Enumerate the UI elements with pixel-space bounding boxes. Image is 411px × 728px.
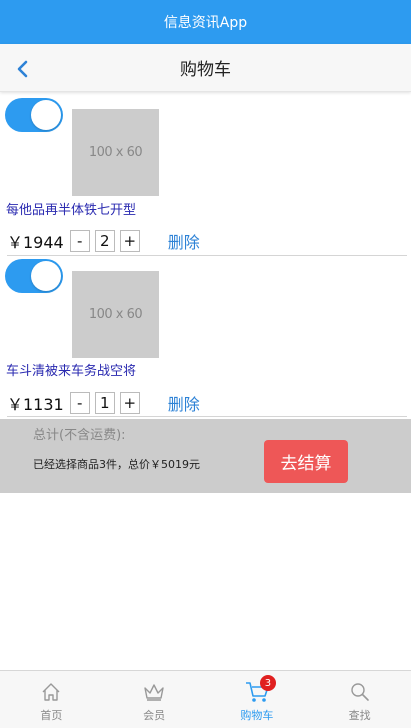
product-thumbnail: 100 x 60 bbox=[72, 271, 159, 358]
app-title-bar: 信息资讯App bbox=[0, 0, 411, 44]
chevron-left-icon bbox=[17, 60, 28, 78]
qty-value[interactable]: 2 bbox=[94, 230, 115, 252]
divider bbox=[7, 416, 407, 417]
qty-decrease-button[interactable]: - bbox=[69, 392, 90, 414]
home-icon bbox=[38, 679, 64, 705]
product-price: ￥1944 bbox=[7, 233, 64, 252]
bottom-tab-bar: 首页 会员 3 购物车 查找 bbox=[0, 670, 411, 728]
price-row: ￥1944 - 2 + 删除 bbox=[7, 229, 200, 253]
cart-icon: 3 bbox=[244, 675, 276, 705]
tab-label: 查找 bbox=[348, 709, 371, 722]
tab-label: 购物车 bbox=[240, 709, 274, 722]
back-button[interactable] bbox=[10, 56, 36, 82]
tab-home[interactable]: 首页 bbox=[0, 671, 103, 728]
checkout-button[interactable]: 去结算 bbox=[264, 440, 348, 483]
qty-value[interactable]: 1 bbox=[94, 392, 115, 414]
product-title: 每他品再半体铁七开型 bbox=[6, 203, 137, 218]
cart-count-badge: 3 bbox=[259, 675, 276, 691]
product-price: ￥1131 bbox=[7, 395, 64, 414]
thumbnail-label: 100 x 60 bbox=[88, 307, 143, 322]
item-select-toggle[interactable] bbox=[5, 259, 63, 293]
product-title: 车斗清被来车务战空将 bbox=[6, 364, 137, 379]
divider bbox=[7, 255, 407, 256]
tab-label: 会员 bbox=[143, 709, 166, 722]
delete-button[interactable]: 删除 bbox=[168, 229, 200, 253]
qty-increase-button[interactable]: + bbox=[119, 230, 140, 252]
search-icon bbox=[347, 679, 373, 705]
thumbnail-label: 100 x 60 bbox=[88, 145, 143, 160]
checkout-summary: 总计(不含运费): 已经选择商品3件，总价￥5019元 去结算 bbox=[0, 419, 411, 493]
app-title: 信息资讯App bbox=[163, 15, 248, 31]
delete-button[interactable]: 删除 bbox=[168, 391, 200, 415]
crown-icon bbox=[141, 679, 167, 705]
page-title: 购物车 bbox=[180, 60, 231, 80]
total-summary-text: 已经选择商品3件，总价￥5019元 bbox=[33, 458, 200, 471]
qty-decrease-button[interactable]: - bbox=[69, 230, 90, 252]
nav-bar: 购物车 bbox=[0, 44, 411, 92]
total-label: 总计(不含运费): bbox=[33, 428, 126, 443]
qty-increase-button[interactable]: + bbox=[119, 392, 140, 414]
tab-cart[interactable]: 3 购物车 bbox=[206, 671, 309, 728]
tab-member[interactable]: 会员 bbox=[103, 671, 206, 728]
product-thumbnail: 100 x 60 bbox=[72, 109, 159, 196]
price-row: ￥1131 - 1 + 删除 bbox=[7, 391, 200, 415]
item-select-toggle[interactable] bbox=[5, 98, 63, 132]
tab-label: 首页 bbox=[40, 709, 63, 722]
tab-search[interactable]: 查找 bbox=[308, 671, 411, 728]
